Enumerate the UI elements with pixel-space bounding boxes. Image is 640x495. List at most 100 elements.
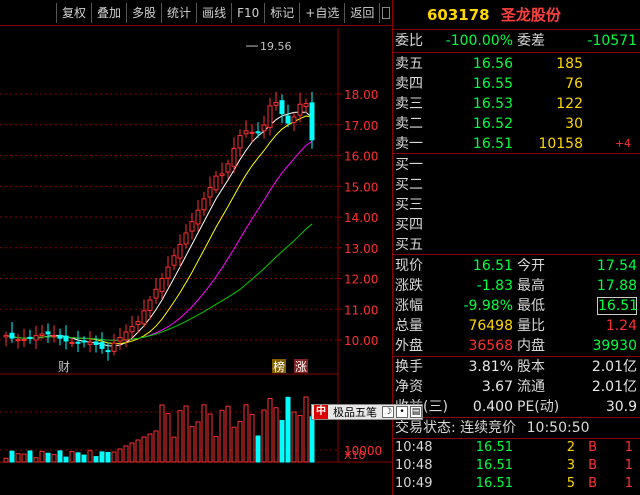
volume-bar bbox=[111, 451, 117, 463]
quote-label: 现价 bbox=[395, 258, 423, 274]
sell-level-label: 卖四 bbox=[395, 76, 423, 92]
buy-row: 买二 bbox=[395, 175, 640, 195]
quote-label: 涨跌 bbox=[395, 278, 423, 294]
candle-body bbox=[3, 334, 9, 338]
volume-bar bbox=[21, 453, 27, 463]
candle-body bbox=[207, 186, 213, 198]
buy-row: 买四 bbox=[395, 215, 640, 235]
stats-label: 净资 bbox=[395, 379, 423, 395]
volume-bar bbox=[9, 450, 15, 463]
buy-row: 买三 bbox=[395, 195, 640, 215]
candle-body bbox=[75, 341, 81, 344]
f10-button[interactable]: F10 bbox=[232, 2, 266, 23]
candle-body bbox=[297, 103, 303, 116]
trade-row: 10:49 16.51 5 B 1 bbox=[395, 475, 640, 493]
quote-label: 今开 bbox=[517, 258, 545, 274]
quote-row: 现价 16.51 今开 17.54 bbox=[395, 256, 640, 276]
trade-count: 1 bbox=[624, 458, 633, 473]
sell-row: 卖四 16.55 76 bbox=[395, 74, 640, 94]
multi-stock-button[interactable]: 多股 bbox=[127, 2, 163, 23]
volume-bar bbox=[117, 448, 123, 463]
ime-mode-icon[interactable]: 中 bbox=[314, 405, 328, 419]
quote-value: 1.24 bbox=[605, 318, 637, 334]
volume-bar bbox=[189, 426, 195, 463]
volume-bar bbox=[291, 411, 297, 463]
trade-count: 1 bbox=[624, 440, 633, 455]
back-button[interactable]: 返回 bbox=[345, 2, 381, 23]
quote-row: 外盘 36568 内盘 39930 bbox=[395, 336, 640, 356]
candle-body bbox=[213, 175, 219, 191]
volume-bar bbox=[303, 396, 309, 463]
stats-label: 流通 bbox=[517, 379, 545, 395]
quote-label: 最低 bbox=[517, 298, 545, 314]
quote-value: -1.83 bbox=[476, 278, 513, 294]
sell-level-label: 卖一 bbox=[395, 136, 423, 152]
quote-value: 39930 bbox=[592, 338, 637, 354]
candle-body bbox=[99, 342, 105, 349]
moon-icon[interactable]: ☽ bbox=[382, 406, 394, 418]
statistics-button[interactable]: 统计 bbox=[162, 2, 198, 23]
sell-volume: 76 bbox=[565, 76, 583, 92]
mark-button[interactable]: 标记 bbox=[265, 2, 301, 23]
candle-body bbox=[135, 321, 141, 326]
candle-body bbox=[255, 131, 261, 134]
buy-level-label: 买五 bbox=[395, 237, 423, 253]
candle-body bbox=[51, 335, 57, 338]
candle-body bbox=[21, 338, 27, 341]
stats-value: 3.81% bbox=[468, 359, 513, 375]
sell-level-label: 卖五 bbox=[395, 56, 423, 72]
candle-body bbox=[291, 116, 297, 123]
volume-bar bbox=[39, 450, 45, 463]
trade-price: 16.51 bbox=[475, 440, 513, 455]
diff-value: -10571 bbox=[587, 33, 637, 49]
quote-label: 量比 bbox=[517, 318, 545, 334]
candle-body bbox=[123, 331, 129, 341]
ime-name[interactable]: 极品五笔 bbox=[330, 404, 380, 420]
stats-row: 收益(三)0.400PE(动)30.9 bbox=[395, 397, 640, 417]
draw-line-button[interactable]: 画线 bbox=[197, 2, 233, 23]
candle-body bbox=[111, 342, 117, 352]
trade-volume: 2 bbox=[566, 440, 575, 455]
overlay-button[interactable]: 叠加 bbox=[92, 2, 128, 23]
price-tick-label: 10.00 bbox=[344, 334, 378, 348]
volume-bar bbox=[201, 404, 207, 463]
price-tick-label: 14.00 bbox=[344, 211, 378, 225]
volume-bar bbox=[99, 451, 105, 463]
quote-label: 涨幅 bbox=[395, 298, 423, 314]
limit-marker: 涨 bbox=[295, 359, 307, 374]
stats-value: 2.01亿 bbox=[591, 359, 637, 375]
keyboard-icon[interactable]: ▤ bbox=[410, 406, 422, 418]
candle-body bbox=[129, 325, 135, 333]
sell-price: 16.55 bbox=[472, 76, 513, 92]
candle-body bbox=[183, 232, 189, 245]
trade-direction: B bbox=[588, 440, 597, 455]
volume-bar bbox=[171, 436, 177, 463]
add-favorite-button[interactable]: +自选 bbox=[300, 2, 346, 23]
quote-label: 内盘 bbox=[517, 338, 545, 354]
stats-label: 换手 bbox=[395, 359, 423, 375]
stats-value: 30.9 bbox=[605, 399, 637, 415]
volume-bar bbox=[225, 405, 231, 463]
collapse-icon[interactable] bbox=[382, 6, 391, 19]
volume-bar bbox=[57, 450, 63, 463]
quote-panel: 603178 圣龙股份 委比 -100.00% 委差 -10571 卖五 16.5… bbox=[392, 0, 640, 495]
candle-body bbox=[231, 147, 237, 167]
punct-icon[interactable]: • bbox=[396, 406, 408, 418]
volume-bar bbox=[267, 398, 273, 463]
fuquan-button[interactable]: 复权 bbox=[56, 2, 93, 23]
sell-level-label: 卖二 bbox=[395, 116, 423, 132]
ime-toolbar[interactable]: 中 极品五笔 ☽ • ▤ bbox=[311, 404, 423, 420]
volume-bar bbox=[159, 404, 165, 463]
sell-row: 卖二 16.52 30 bbox=[395, 114, 640, 134]
volume-bar bbox=[75, 452, 81, 463]
volume-unit-label: X10 bbox=[344, 449, 366, 462]
candle-body bbox=[105, 350, 111, 353]
trade-price: 16.51 bbox=[475, 476, 513, 491]
quote-value: 36568 bbox=[468, 338, 513, 354]
volume-bar bbox=[249, 413, 255, 463]
volume-bar bbox=[255, 435, 261, 463]
kline-chart[interactable]: 18.00 17.00 16.00 15.00 14.00 13.00 12.00 11.00… bbox=[0, 0, 392, 495]
quote-value: -9.98% bbox=[463, 298, 513, 314]
ratio-row: 委比 -100.00% 委差 -10571 bbox=[395, 31, 640, 51]
trade-row: 10:48 16.51 2 B 1 bbox=[395, 439, 640, 457]
